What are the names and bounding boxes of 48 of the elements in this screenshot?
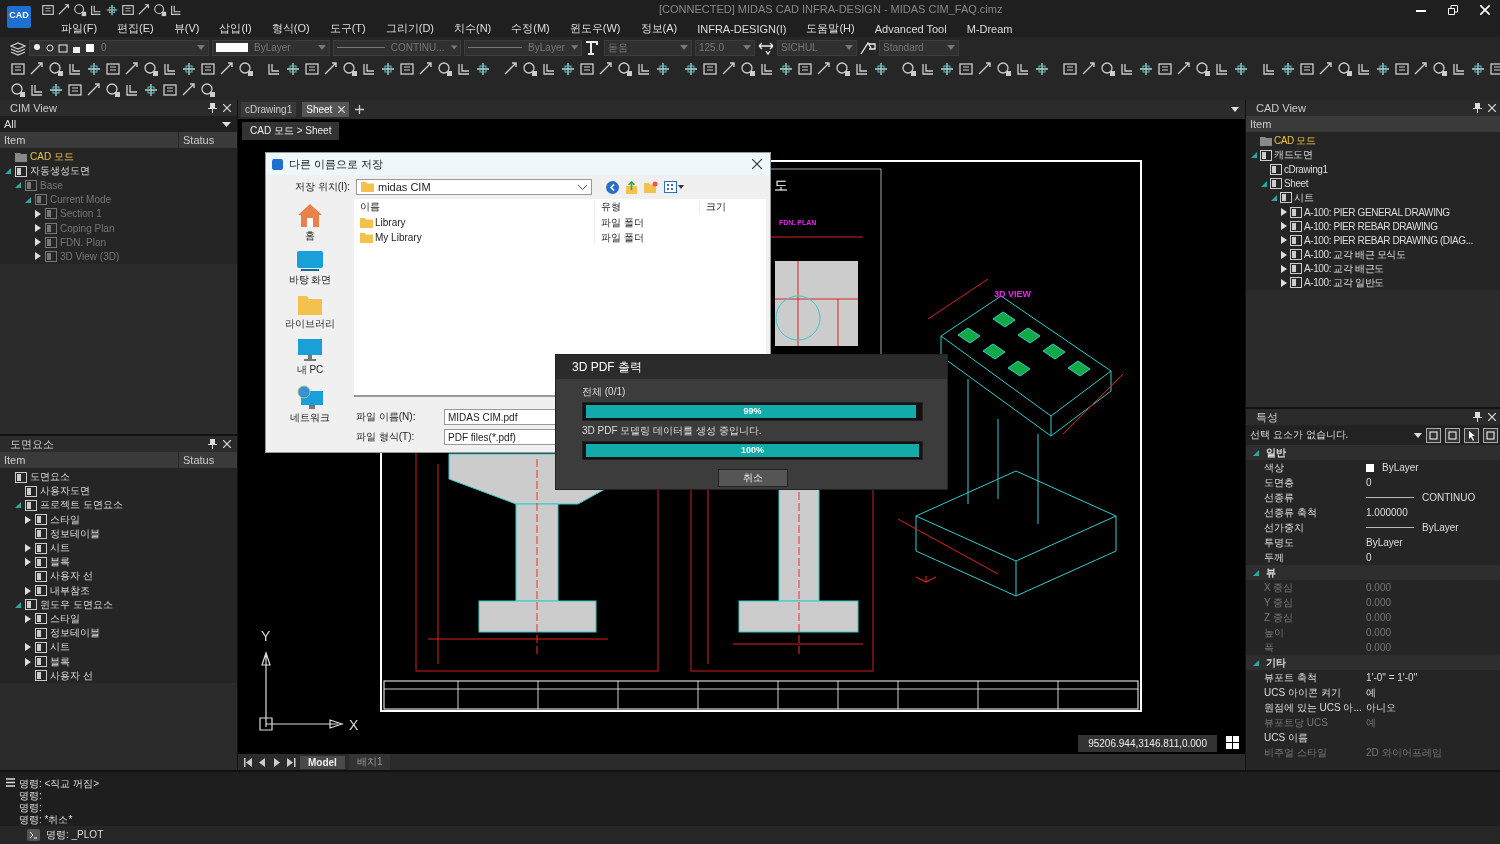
axis-label: X <box>349 717 359 733</box>
property-label: 색상 <box>1263 460 1285 475</box>
dialog-title: 3D PDF 출력 <box>572 358 642 376</box>
property-label: 뷰포트당 UCS <box>1263 715 1329 730</box>
property-label: 투명도 <box>1263 535 1295 550</box>
progress-label: 전체 (0/1) <box>582 385 627 399</box>
section-title: 기타 <box>1266 655 1286 670</box>
breadcrumb: CAD 모드 > Sheet <box>242 122 340 140</box>
property-label: 폭 <box>1263 640 1275 655</box>
axis-label: Y <box>261 628 271 644</box>
panel-title: 특성 <box>1256 409 1278 425</box>
coordinate-readout: 95206.944,3146.811,0.000 <box>1078 735 1217 752</box>
property-label: X 중심 <box>1263 580 1295 595</box>
progress-reading: 100% <box>740 444 765 457</box>
window-title: [CONNECTED] MIDAS CAD INFRA-DESIGN - MIDAS CIM_FAQ.cimz <box>659 3 1003 15</box>
command-history-line: 명령: *취소* <box>19 814 74 826</box>
file-type: 파일 폴더 <box>594 215 699 230</box>
section-title: 뷰 <box>1266 565 1276 580</box>
property-label: 높이 <box>1263 625 1285 640</box>
command-history-line: 명령: <box>19 790 43 802</box>
panel-title: 도면요소 <box>10 436 54 452</box>
field-label: 파일 형식(T): <box>355 430 416 444</box>
section-title: 일반 <box>1266 445 1286 460</box>
property-label: 도면층 <box>1263 475 1295 490</box>
panel-title: CAD View <box>1256 102 1306 114</box>
property-label: 선종류 <box>1263 490 1295 505</box>
file-type: 파일 폴더 <box>594 230 699 245</box>
progress-label: 3D PDF 모델링 데이터를 생성 중입니다. <box>582 424 763 438</box>
command-history-line: 명령: <box>19 802 43 814</box>
panel-title: CIM View <box>10 102 57 114</box>
property-label: 원점에 있는 UCS 아... <box>1263 700 1363 715</box>
app-logo: CAD <box>7 6 31 28</box>
property-label: 두께 <box>1263 550 1285 565</box>
property-label: UCS 이름 <box>1263 730 1309 745</box>
property-label: 비주얼 스타일 <box>1263 745 1328 760</box>
property-label: 뷰포트 축척 <box>1263 670 1318 685</box>
drawing-title: 도 <box>774 177 788 193</box>
property-label: 선가중치 <box>1263 520 1305 535</box>
field-label: 파일 이름(N): <box>355 410 417 424</box>
property-label: Y 중심 <box>1263 595 1295 610</box>
command-history-line: 명령: <직교 꺼짐> <box>19 778 99 790</box>
progress-reading: 99% <box>742 405 763 418</box>
property-label: 선종류 축척 <box>1263 505 1318 520</box>
dialog-title: 다른 이름으로 저장 <box>289 156 385 172</box>
view-label: 3D VIEW <box>994 289 1031 299</box>
property-label: Z 중심 <box>1263 610 1294 625</box>
field-label: 저장 위치(I): <box>294 180 350 194</box>
property-label: UCS 아이콘 켜기 <box>1263 685 1342 700</box>
